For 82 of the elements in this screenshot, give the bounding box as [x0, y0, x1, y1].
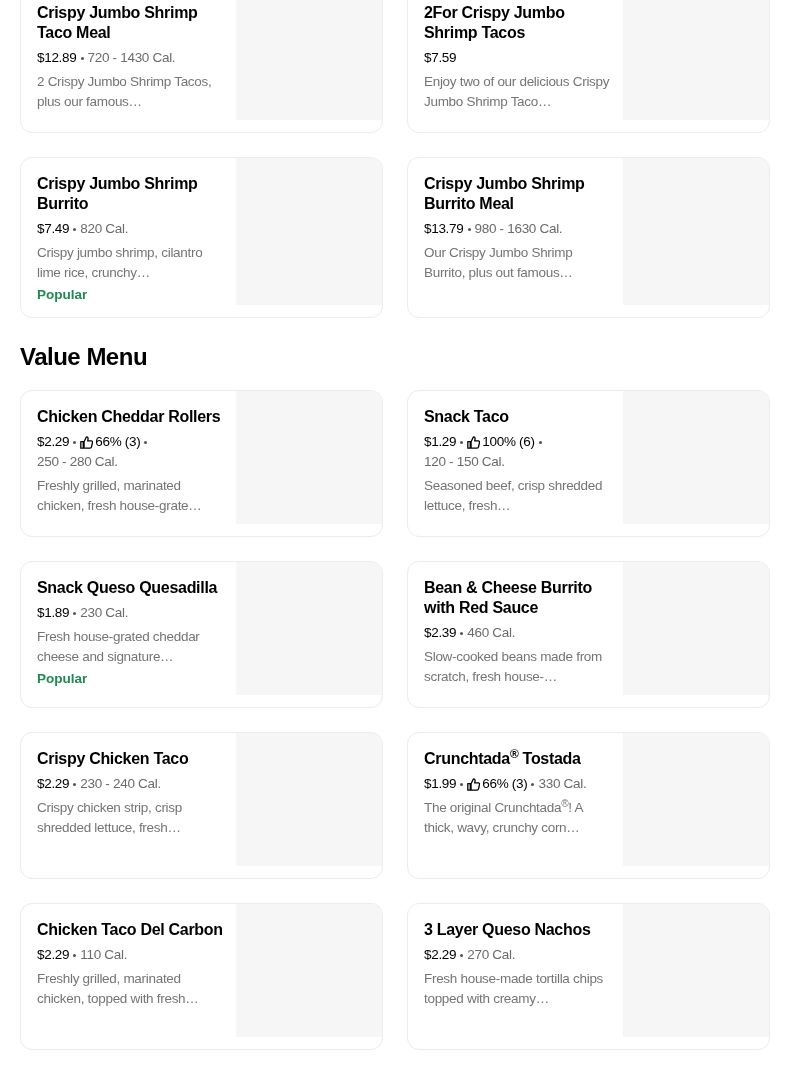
separator-dot: [73, 440, 77, 444]
item-title: Crispy Jumbo Shrimp Taco Meal: [37, 3, 199, 43]
item-title: Snack Queso Quesadilla: [37, 578, 219, 598]
menu-item-card[interactable]: Crispy Jumbo Shrimp Taco Meal $12.89 720 - 1430 Cal. 2 Crispy Jumbo Shrimp Tacos, plus our famous…: [20, 0, 383, 133]
item-price: $2.29: [37, 433, 70, 451]
menu-item-card[interactable]: Snack Queso Quesadilla $1.89 230 Cal. Fresh house-grated cheddar cheese and signature… Popular: [20, 561, 383, 708]
rating-text: 66% (3): [95, 433, 141, 451]
item-description: Fresh house-grated cheddar cheese and signature…: [37, 628, 201, 666]
separator-dot: [73, 611, 77, 615]
separator-dot: [80, 56, 84, 60]
menu-item-card[interactable]: Crispy Jumbo Shrimp Burrito Meal $13.79 980 - 1630 Cal. Our Crispy Jumbo Shrimp Burrito, plus out famous…: [407, 157, 770, 318]
item-description: 2 Crispy Jumbo Shrimp Tacos, plus our famous…: [37, 73, 213, 111]
item-title: Bean & Cheese Burrito with Red Sauce: [424, 578, 593, 618]
separator-dot: [460, 782, 464, 786]
separator-dot: [460, 953, 464, 957]
calorie-text: 250 - 280 Cal.: [37, 453, 118, 471]
calorie-text: 820 Cal.: [80, 220, 129, 238]
item-price: $13.79: [424, 220, 464, 238]
menu-item-card[interactable]: 3 Layer Queso Nachos $2.29 270 Cal. Fresh house-made tortilla chips topped with creamy…: [407, 903, 770, 1050]
separator-dot: [538, 440, 542, 444]
item-title: Crispy Chicken Taco: [37, 749, 190, 769]
item-description: The original Crunchtada$^{®}$! A thick, wavy, crunchy corn…: [424, 798, 584, 837]
separator-dot: [73, 782, 77, 786]
item-title: Chicken Cheddar Rollers: [37, 407, 222, 427]
popular-label: Popular: [37, 286, 89, 304]
calorie-text: 110 Cal.: [80, 946, 128, 964]
calorie-text: 230 - 240 Cal.: [80, 775, 161, 793]
item-price: $2.29: [37, 946, 70, 964]
thumbs-up-icon: [80, 435, 94, 449]
item-price: $2.39: [424, 624, 457, 642]
item-title: Snack Taco: [424, 407, 510, 427]
item-title: Crispy Jumbo Shrimp Burrito Meal: [424, 174, 586, 214]
item-price: $7.49: [37, 220, 70, 238]
separator-dot: [144, 440, 148, 444]
item-price: $12.89: [37, 49, 77, 67]
section-heading: Value Menu: [20, 342, 149, 372]
calorie-text: 120 - 150 Cal.: [424, 453, 505, 471]
rating-text: 100% (6): [482, 433, 535, 451]
item-description: Freshly grilled, marinated chicken, fresh house-grate…: [37, 477, 203, 515]
calorie-text: 460 Cal.: [467, 624, 516, 642]
item-title: 2For Crispy Jumbo Shrimp Tacos: [424, 3, 566, 43]
item-price: $1.29: [424, 433, 457, 451]
item-description: Fresh house-made tortilla chips topped with creamy…: [424, 970, 605, 1008]
item-description: Seasoned beef, crisp shredded lettuce, fresh…: [424, 477, 604, 515]
menu-item-card[interactable]: Snack Taco $1.29 100% (6) 120 - 150 Cal. Seasoned beef, crisp shredded lettuce, fresh…: [407, 390, 770, 537]
separator-dot: [467, 227, 471, 231]
item-title: 3 Layer Queso Nachos: [424, 920, 592, 940]
item-title: Crunchtada$^{®}$ Tostada: [424, 749, 582, 769]
item-description: Crispy jumbo shrimp, cilantro lime rice, crunchy…: [37, 244, 204, 282]
calorie-text: 330 Cal.: [538, 775, 587, 793]
item-price: $7.59: [424, 49, 457, 67]
item-description: Crispy chicken strip, crisp shredded lettuce, fresh…: [37, 799, 183, 837]
menu-item-card[interactable]: Bean & Cheese Burrito with Red Sauce $2.39 460 Cal. Slow-cooked beans made from scratch, fresh house-…: [407, 561, 770, 708]
item-price: $2.29: [37, 775, 70, 793]
thumbs-up-icon: [467, 777, 481, 791]
calorie-text: 270 Cal.: [467, 946, 516, 964]
calorie-text: 720 - 1430 Cal.: [87, 49, 176, 67]
item-title: Crispy Jumbo Shrimp Burrito: [37, 174, 199, 214]
item-price: $1.99: [424, 775, 457, 793]
menu-item-card[interactable]: 2For Crispy Jumbo Shrimp Tacos $7.59 Enjoy two of our delicious Crispy Jumbo Shrimp Taco…: [407, 0, 770, 133]
menu-item-card[interactable]: Chicken Taco Del Carbon $2.29 110 Cal. Freshly grilled, marinated chicken, topped with fresh…: [20, 903, 383, 1050]
menu-item-card[interactable]: Chicken Cheddar Rollers $2.29 66% (3) 250 - 280 Cal. Freshly grilled, marinated chicken, fresh house-grate…: [20, 390, 383, 537]
item-description: Enjoy two of our delicious Crispy Jumbo Shrimp Taco…: [424, 73, 611, 111]
item-title: Chicken Taco Del Carbon: [37, 920, 224, 940]
calorie-text: 230 Cal.: [80, 604, 129, 622]
menu-item-card[interactable]: Crispy Chicken Taco $2.29 230 - 240 Cal. Crispy chicken strip, crisp shredded lettuce, fresh…: [20, 732, 383, 879]
separator-dot: [460, 440, 464, 444]
calorie-text: 980 - 1630 Cal.: [474, 220, 563, 238]
menu-item-card[interactable]: Crispy Jumbo Shrimp Burrito $7.49 820 Cal. Crispy jumbo shrimp, cilantro lime rice, crunchy… Popular: [20, 157, 383, 318]
item-price: $1.89: [37, 604, 70, 622]
item-description: Slow-cooked beans made from scratch, fresh house-…: [424, 648, 603, 686]
item-description: Freshly grilled, marinated chicken, topped with fresh…: [37, 970, 200, 1008]
separator-dot: [460, 631, 464, 635]
thumbs-up-icon: [467, 435, 481, 449]
popular-label: Popular: [37, 670, 89, 688]
item-description: Our Crispy Jumbo Shrimp Burrito, plus out famous…: [424, 244, 574, 282]
separator-dot: [73, 953, 77, 957]
menu-item-card[interactable]: Crunchtada$^{®}$ Tostada $1.99 66% (3) 330 Cal. The original Crunchtada$^{®}$! A thick, wavy, crunchy corn…: [407, 732, 770, 879]
item-price: $2.29: [424, 946, 457, 964]
separator-dot: [531, 782, 535, 786]
separator-dot: [73, 227, 77, 231]
rating-text: 66% (3): [482, 775, 528, 793]
